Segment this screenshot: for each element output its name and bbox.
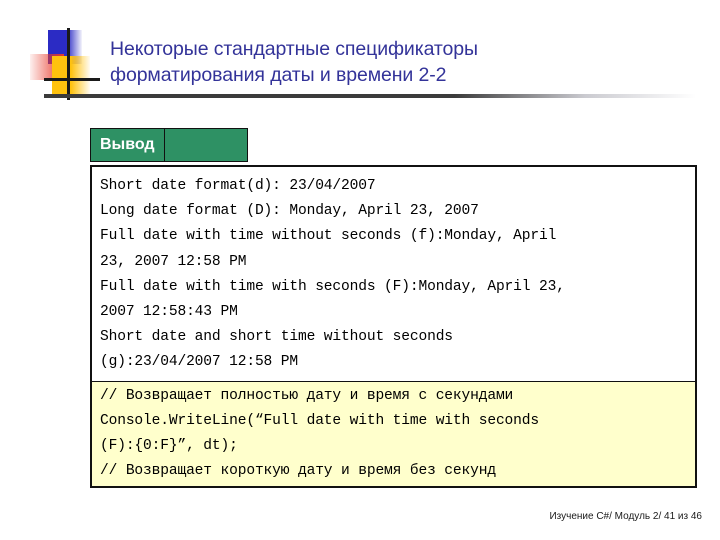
source-code-line: // Возвращает полностью дату и время с с… — [100, 387, 514, 404]
console-output-line: Short date format(d): 23/04/2007 — [100, 178, 376, 194]
source-code-line: Console.WriteLine(“Short date and short … — [100, 484, 687, 486]
slide-title-line-2: форматирования даты и времени 2-2 — [110, 64, 447, 86]
source-code-line: (F):{0:F}”, dt); — [100, 438, 238, 455]
output-section-header: Вывод — [90, 128, 248, 162]
logo-horizontal-line — [44, 78, 100, 81]
source-code-line: Console.WriteLine(“Full date with time w… — [100, 412, 539, 429]
source-code-pane: // Возвращает полностью дату и время с с… — [92, 380, 695, 486]
console-output-line: Long date format (D): Monday, April 23, … — [100, 203, 479, 220]
console-output-line: 2007 12:58:43 PM — [100, 304, 238, 321]
slide-footer: Изучение C#/ Модуль 2/ 41 из 46 — [549, 511, 702, 522]
console-output-line: (g):23/04/2007 12:58 PM — [100, 354, 298, 371]
output-section-header-label: Вывод — [91, 129, 165, 161]
slide-title-line-1: Некоторые стандартные спецификаторы — [110, 38, 478, 60]
source-code-line: // Возвращает короткую дату и время без … — [100, 463, 496, 480]
output-section-header-spacer — [164, 129, 247, 161]
logo-yellow-square — [52, 56, 90, 96]
content-box: Short date format(d): 23/04/2007 Long dat… — [90, 165, 697, 488]
console-output-line: 23, 2007 12:58 PM — [100, 253, 247, 270]
console-output-line: Full date with time without seconds (f):… — [100, 228, 557, 245]
logo-vertical-line — [67, 28, 70, 100]
slide-logo — [30, 28, 108, 100]
slide-title: Некоторые стандартные спецификаторы форм… — [110, 36, 700, 88]
title-divider-rule — [44, 94, 696, 98]
console-output-line: Short date and short time without second… — [100, 329, 453, 346]
console-output-pane: Short date format(d): 23/04/2007 Long dat… — [92, 167, 695, 381]
console-output-line: Full date with time with seconds (F):Mon… — [100, 278, 565, 295]
